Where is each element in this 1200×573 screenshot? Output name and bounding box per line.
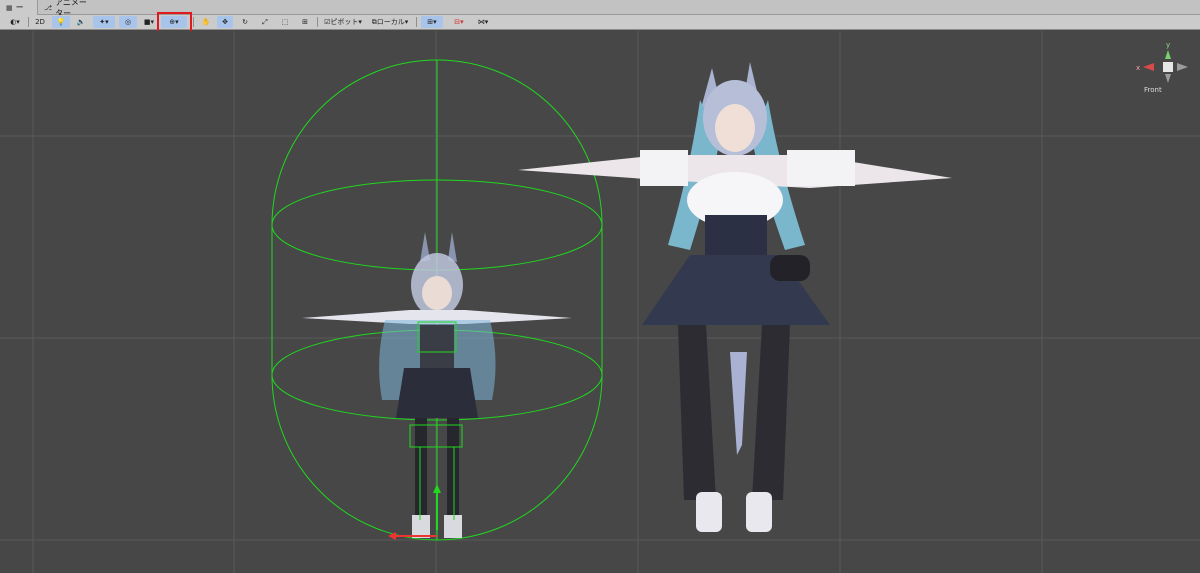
effects-icon: ✦▾ [99,18,109,26]
toolbar-divider [416,17,417,27]
toolbar-divider [317,17,318,27]
effects-dropdown[interactable]: ✦▾ [93,16,115,28]
axis-y-label: y [1166,41,1170,49]
local-dropdown[interactable]: ⧉ ローカル ▾ [368,16,412,28]
move-arrows-icon: ✥ [222,18,228,26]
speaker-icon: 🔈 [76,18,86,26]
pivot-label: ピボット [330,18,359,26]
extra-tools-dropdown[interactable]: ⋈▾ [474,16,492,28]
view-direction-label[interactable]: Front [1144,86,1162,94]
toolbar-divider [28,17,29,27]
avatar-small-selected[interactable] [302,232,572,540]
draw-mode-dropdown[interactable]: ◐▾ [4,16,26,28]
camera-dropdown[interactable]: ■▾ [140,16,158,28]
hidden-objects-toggle[interactable]: ◎ [119,16,137,28]
hand-tool-button[interactable]: ✋ [198,16,214,28]
transform-icon: ⊞ [302,18,308,26]
view-direction-text: Front [1144,86,1162,94]
2d-toggle-label: 2D [35,18,45,26]
audio-toggle-button[interactable]: 🔈 [73,16,89,28]
grid-snap-dropdown[interactable]: ⊞▾ [421,16,443,28]
hand-icon: ✋ [201,18,211,26]
tools-icon: ⋈▾ [477,18,489,26]
grid-snap-icon: ⊞▾ [427,18,437,26]
chevron-down-icon: ▾ [404,18,409,26]
move-tool-button[interactable]: ✥ [217,16,233,28]
orientation-gizmo[interactable]: y x [1134,37,1190,101]
scale-tool-button[interactable]: ⤢ [257,16,273,28]
chevron-down-icon: ▾ [358,18,362,26]
2d-toggle-button[interactable]: 2D [32,16,48,28]
transform-tool-button[interactable]: ⊞ [297,16,313,28]
rect-icon: ⬚ [281,18,289,26]
rotate-tool-button[interactable]: ↻ [237,16,253,28]
animator-icon: ⎇ [44,3,53,12]
unity-scene-window: ▦ シーン ⎇ アニメーター ◐▾ 2D 💡 🔈 ✦▾ ◎ ■▾ [0,0,1200,573]
snap-increment-dropdown[interactable]: ⊟▾ [447,16,471,28]
scene-world [0,31,1200,573]
tab-scene[interactable]: ▦ シーン [0,0,38,23]
axis-x-label: x [1136,64,1140,72]
camera-icon: ■▾ [143,18,155,26]
local-label: ローカル [376,18,405,26]
snap-icon: ⊟▾ [454,18,464,26]
shading-sphere-icon: ◐▾ [10,18,20,26]
eye-icon: ◎ [124,18,132,26]
grid-icon: ▦ [6,3,13,12]
pivot-dropdown[interactable]: ☑ ピボット ▾ [322,16,364,28]
scale-icon: ⤢ [262,17,268,26]
avatar-large[interactable] [518,62,952,532]
scene-viewport[interactable]: y x Front [0,31,1200,573]
rotate-icon: ↻ [242,18,248,26]
rect-tool-button[interactable]: ⬚ [277,16,293,28]
lighting-toggle-button[interactable]: 💡 [52,16,70,28]
toolbar-divider [193,17,194,27]
bulb-icon: 💡 [56,18,66,26]
tab-animator[interactable]: ⎇ アニメーター [38,0,100,18]
scene-grid [0,31,1200,573]
